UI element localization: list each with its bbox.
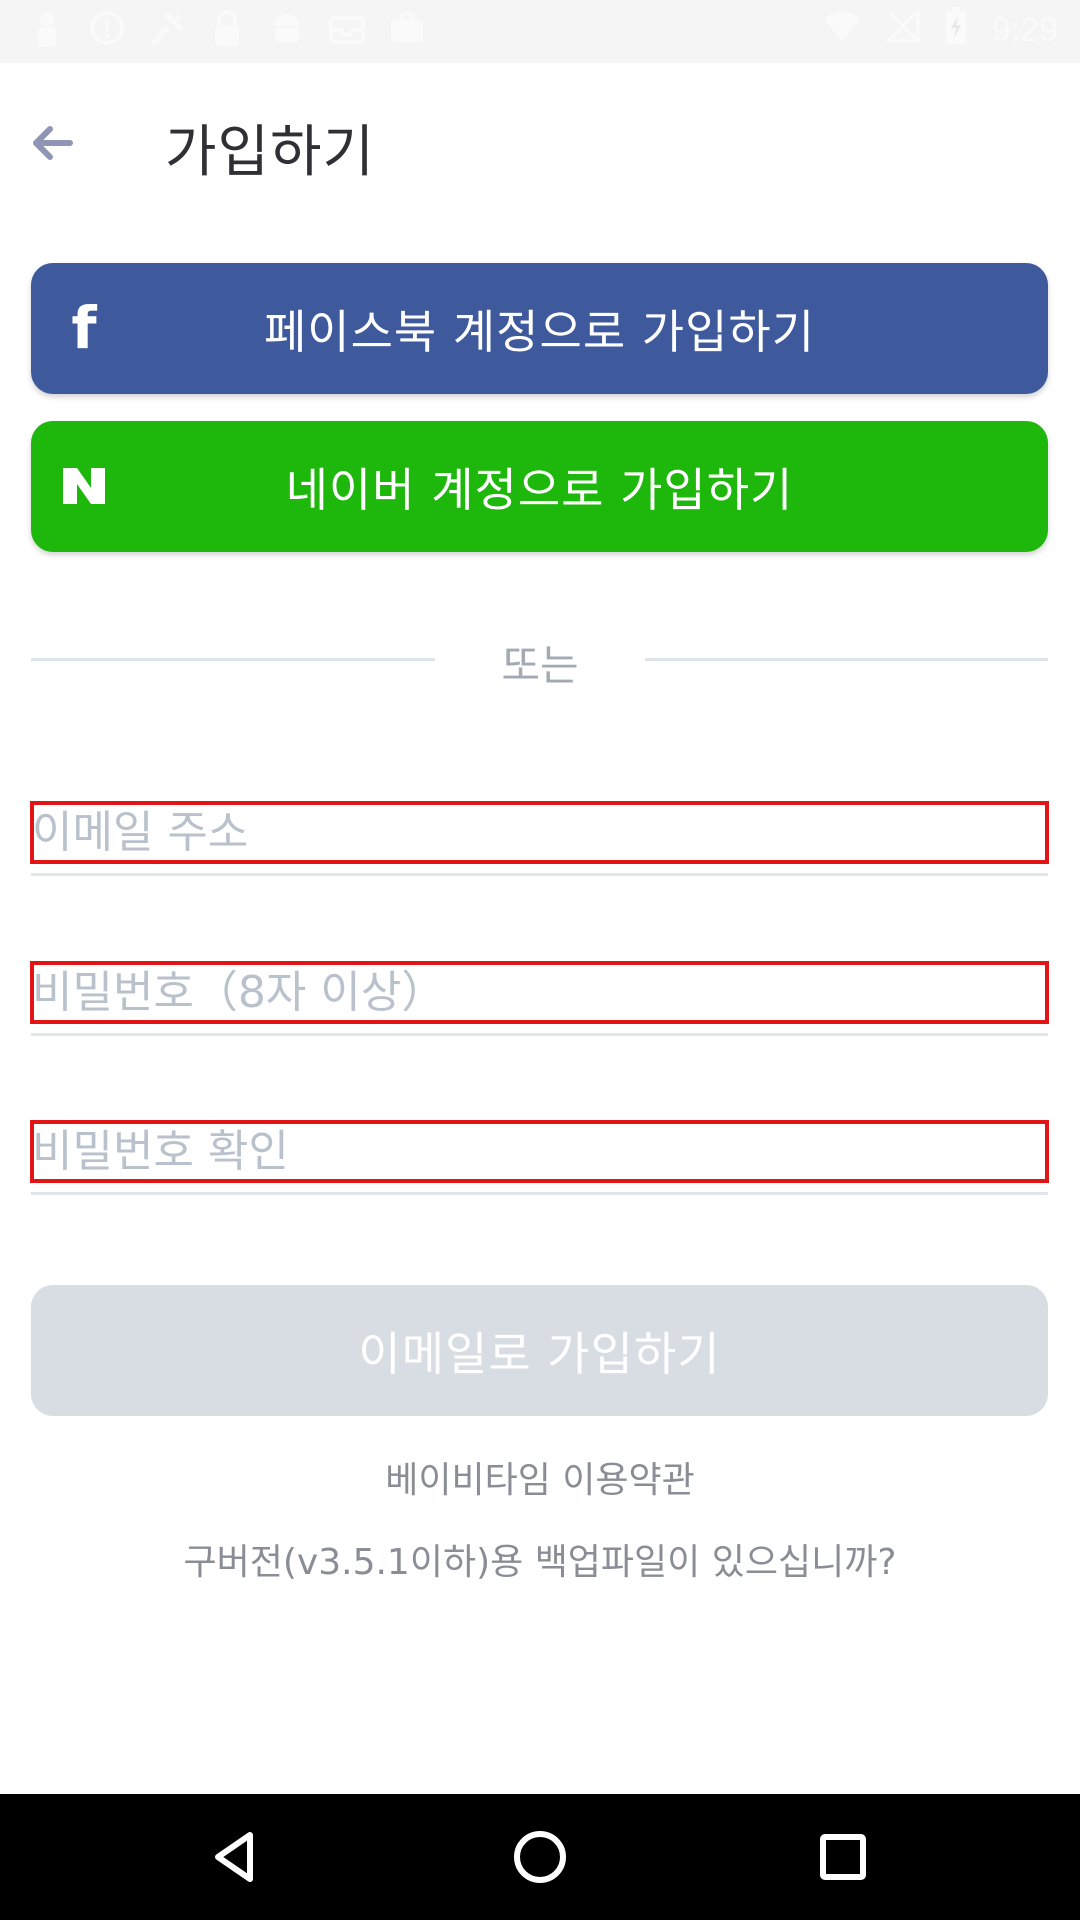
alert-icon <box>88 10 126 48</box>
system-icons: 9:29 <box>822 6 1058 55</box>
briefcase-icon <box>388 10 426 48</box>
triangle-back-icon <box>215 1832 253 1882</box>
email-underline <box>31 873 1048 876</box>
android-icon <box>268 10 306 48</box>
wifi-icon <box>822 9 862 52</box>
inbox-icon <box>328 10 366 48</box>
page-title: 가입하기 <box>165 120 376 185</box>
no-signal-icon <box>884 7 920 52</box>
password-underline <box>31 1033 1048 1036</box>
app-header: 가입하기 <box>0 63 1080 228</box>
naver-icon <box>53 455 115 517</box>
arrow-left-icon <box>33 126 73 160</box>
back-button[interactable] <box>26 118 76 168</box>
circle-home-icon <box>514 1831 566 1883</box>
confirm-password-underline <box>31 1192 1048 1195</box>
email-input[interactable] <box>32 801 1042 863</box>
backup-file-link[interactable]: 구버전(v3.5.1이하)용 백업파일이 있으십니까? <box>0 1533 1080 1585</box>
confirm-password-input[interactable] <box>32 1120 1042 1182</box>
email-field-group <box>30 801 1049 876</box>
divider-line-right <box>645 658 1048 661</box>
navigation-bar <box>0 1794 1080 1920</box>
nav-back-button[interactable] <box>206 1827 266 1887</box>
nav-recents-button[interactable] <box>813 1827 873 1887</box>
naver-signup-label: 네이버 계정으로 가입하기 <box>285 462 794 517</box>
divider-line-left <box>31 658 435 661</box>
terms-link[interactable]: 베이비타임 이용약관 <box>0 1451 1080 1503</box>
status-bar: 9:29 <box>0 0 1080 63</box>
facebook-icon: f <box>71 294 97 362</box>
password-field-group <box>30 961 1049 1036</box>
facebook-signup-label: 페이스북 계정으로 가입하기 <box>263 304 816 359</box>
divider-text: 또는 <box>501 641 579 690</box>
notification-icons <box>28 10 426 48</box>
facebook-signup-button[interactable]: f 페이스북 계정으로 가입하기 <box>31 263 1048 394</box>
signup-screen: 9:29 가입하기 f 페이스북 계정으로 가입하기 네이버 계정으로 가입하기… <box>0 0 1080 1920</box>
tools-icon <box>148 10 186 48</box>
status-time: 9:29 <box>991 11 1058 49</box>
nav-home-button[interactable] <box>510 1827 570 1887</box>
battery-charging-icon <box>944 6 968 55</box>
naver-signup-button[interactable]: 네이버 계정으로 가입하기 <box>31 421 1048 552</box>
email-signup-button[interactable]: 이메일로 가입하기 <box>31 1285 1048 1416</box>
confirm-password-field-group <box>30 1120 1049 1195</box>
person-icon <box>28 10 66 48</box>
password-input[interactable] <box>32 961 1042 1023</box>
square-recents-icon <box>820 1834 866 1880</box>
lock-icon <box>208 10 246 48</box>
